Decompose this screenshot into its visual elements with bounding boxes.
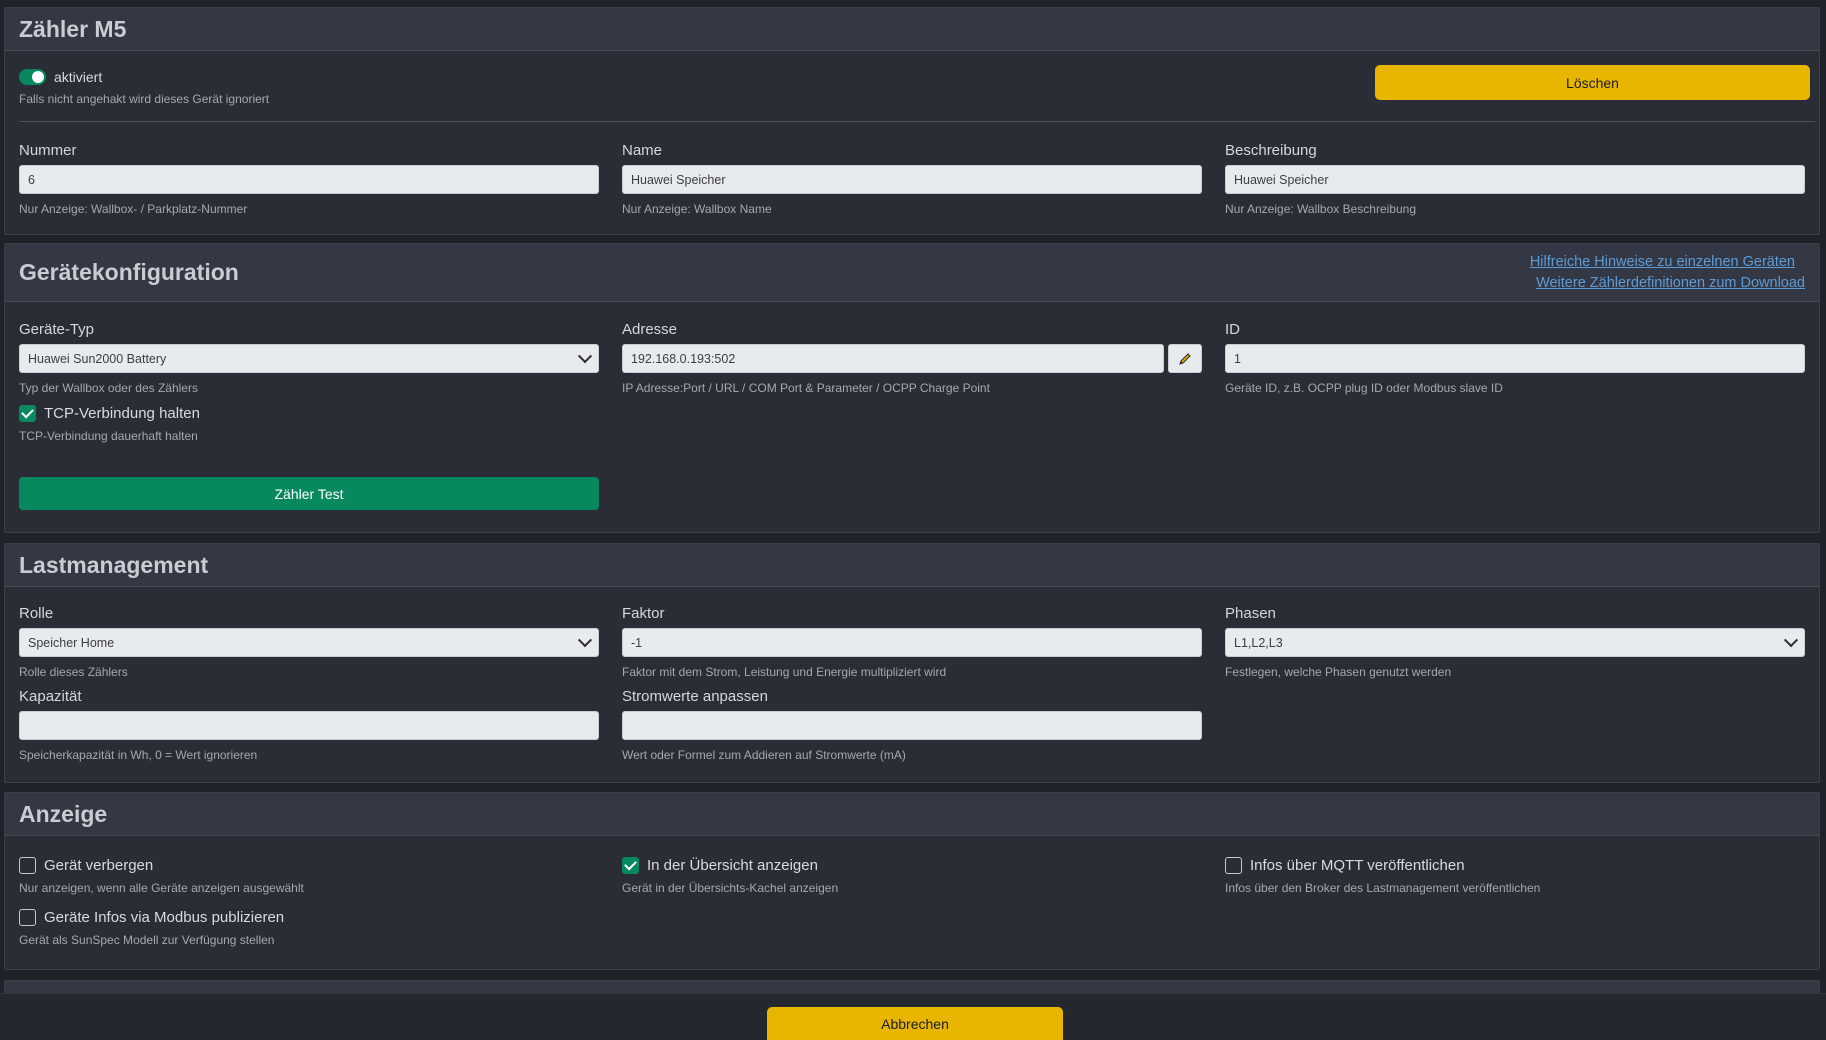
chevron-down-icon [577,348,593,363]
show-overview-checkbox[interactable] [622,856,639,874]
pencil-icon [1179,352,1191,365]
active-hint: Falls nicht angehakt wird dieses Gerät i… [19,92,270,106]
phases-label: Phasen [1225,605,1276,622]
factor-field-group: Faktor -1 Faktor mit dem Strom, Leistung… [622,604,1202,679]
help-links: Hilfreiche Hinweise zu einzelnen Geräten… [1530,252,1805,294]
address-label: Adresse [622,321,678,338]
cancel-button[interactable]: Abbrechen [767,1007,1063,1040]
current-adjust-field-group: Stromwerte anpassen Wert oder Formel zum… [622,687,1202,762]
number-input[interactable]: 6 [19,165,599,194]
load-management-header: Lastmanagement [5,544,1819,587]
delete-button[interactable]: Löschen [1375,65,1810,100]
modbus-publish-hint: Gerät als SunSpec Modell zur Verfügung s… [19,933,275,947]
name-input[interactable]: Huawei Speicher [622,165,1202,194]
address-hint: IP Adresse:Port / URL / COM Port & Param… [622,381,990,395]
id-field-group: ID 1 Geräte ID, z.B. OCPP plug ID oder M… [1225,320,1805,395]
show-overview-label: In der Übersicht anzeigen [647,856,818,874]
phases-value: L1,L2,L3 [1234,635,1283,650]
capacity-label: Kapazität [19,688,82,705]
description-input[interactable]: Huawei Speicher [1225,165,1805,194]
capacity-input[interactable] [19,711,599,740]
description-hint: Nur Anzeige: Wallbox Beschreibung [1225,202,1416,216]
name-hint: Nur Anzeige: Wallbox Name [622,202,772,216]
meter-card: Zähler M5 aktiviert Falls nicht angehakt… [4,7,1820,235]
description-field-group: Beschreibung Huawei Speicher Nur Anzeige… [1225,141,1805,216]
modbus-publish-row[interactable]: Geräte Infos via Modbus publizieren [19,907,284,927]
tcp-keep-checkbox[interactable] [19,404,36,422]
modbus-publish-label: Geräte Infos via Modbus publizieren [44,908,285,926]
id-hint: Geräte ID, z.B. OCPP plug ID oder Modbus… [1225,381,1503,395]
hide-device-checkbox[interactable] [19,856,36,874]
show-overview-row[interactable]: In der Übersicht anzeigen [622,855,838,875]
mqtt-publish-hint: Infos über den Broker des Lastmanagement… [1225,881,1541,895]
number-hint: Nur Anzeige: Wallbox- / Parkplatz-Nummer [19,202,248,216]
number-label: Nummer [19,142,77,159]
factor-label: Faktor [622,605,665,622]
hide-device-row[interactable]: Gerät verbergen [19,855,304,875]
divider [19,121,1815,122]
capacity-hint: Speicherkapazität in Wh, 0 = Wert ignori… [19,748,258,762]
current-adjust-hint: Wert oder Formel zum Addieren auf Stromw… [622,748,906,762]
display-card: Anzeige Gerät verbergen Nur anzeigen, we… [4,792,1820,970]
device-config-title: Gerätekonfiguration [19,259,239,285]
phases-hint: Festlegen, welche Phasen genutzt werden [1225,665,1452,679]
load-management-card: Lastmanagement Rolle Speicher Home Rolle… [4,543,1820,783]
role-label: Rolle [19,605,54,622]
modbus-publish-checkbox[interactable] [19,908,36,926]
load-management-title: Lastmanagement [19,551,209,578]
tcp-keep-hint: TCP-Verbindung dauerhaft halten [19,429,198,443]
role-hint: Rolle dieses Zählers [19,665,128,679]
meter-test-button[interactable]: Zähler Test [19,477,599,510]
phases-field-group: Phasen L1,L2,L3 Festlegen, welche Phasen… [1225,604,1805,679]
display-title: Anzeige [19,800,108,827]
address-input[interactable]: 192.168.0.193:502 [622,344,1164,373]
hints-link[interactable]: Hilfreiche Hinweise zu einzelnen Geräten [1530,252,1805,273]
active-label: aktiviert [54,69,103,85]
hide-device-hint: Nur anzeigen, wenn alle Geräte anzeigen … [19,881,304,895]
name-label: Name [622,142,663,159]
mqtt-publish-label: Infos über MQTT veröffentlichen [1250,856,1465,874]
hide-device-label: Gerät verbergen [44,856,154,874]
current-adjust-input[interactable] [622,711,1202,740]
chevron-down-icon [1783,632,1799,647]
current-adjust-label: Stromwerte anpassen [622,688,768,705]
mqtt-publish-row[interactable]: Infos über MQTT veröffentlichen [1225,855,1540,875]
mqtt-publish-checkbox[interactable] [1225,856,1242,874]
role-select[interactable]: Speicher Home [19,628,599,657]
capacity-field-group: Kapazität Speicherkapazität in Wh, 0 = W… [19,687,599,762]
factor-input[interactable]: -1 [622,628,1202,657]
edit-address-button[interactable] [1168,344,1202,373]
device-type-value: Huawei Sun2000 Battery [28,351,167,366]
device-type-field-group: Geräte-Typ Huawei Sun2000 Battery Typ de… [19,320,599,395]
name-field-group: Name Huawei Speicher Nur Anzeige: Wallbo… [622,141,1202,216]
description-label: Beschreibung [1225,142,1317,159]
tcp-keep-label: TCP-Verbindung halten [44,404,200,422]
footer-bar: Abbrechen [0,993,1826,1040]
chevron-down-icon [577,632,593,647]
display-header: Anzeige [5,793,1819,836]
show-overview-hint: Gerät in der Übersichts-Kachel anzeigen [622,881,839,895]
device-type-hint: Typ der Wallbox oder des Zählers [19,381,198,395]
id-label: ID [1225,321,1240,338]
device-type-label: Geräte-Typ [19,321,95,338]
number-field-group: Nummer 6 Nur Anzeige: Wallbox- / Parkpla… [19,141,599,216]
role-field-group: Rolle Speicher Home Rolle dieses Zählers [19,604,599,679]
phases-select[interactable]: L1,L2,L3 [1225,628,1805,657]
role-value: Speicher Home [28,635,115,650]
device-config-card: Gerätekonfiguration Hilfreiche Hinweise … [4,243,1820,533]
tcp-keep-row[interactable]: TCP-Verbindung halten [19,403,200,423]
device-config-header: Gerätekonfiguration Hilfreiche Hinweise … [5,244,1819,302]
active-toggle-row[interactable]: aktiviert [19,67,269,87]
id-input[interactable]: 1 [1225,344,1805,373]
address-field-group: Adresse 192.168.0.193:502 IP Adresse:Por… [622,320,1202,395]
page-title: Zähler M5 [19,15,127,42]
factor-hint: Faktor mit dem Strom, Leistung und Energ… [622,665,947,679]
download-link[interactable]: Weitere Zählerdefinitionen zum Download [1530,273,1805,294]
device-type-select[interactable]: Huawei Sun2000 Battery [19,344,599,373]
meter-card-header: Zähler M5 [5,8,1819,51]
active-toggle[interactable] [19,69,46,85]
